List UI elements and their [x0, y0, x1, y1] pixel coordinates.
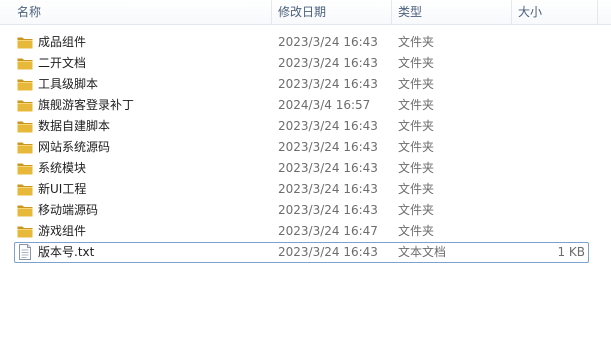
- file-type: 文件夹: [398, 140, 435, 154]
- file-list: 成品组件 2023/3/24 16:43 文件夹 二开文档 2023/3/24 …: [0, 32, 611, 263]
- file-type: 文件夹: [398, 224, 435, 238]
- modified-date: 2023/3/24 16:43: [278, 182, 378, 196]
- folder-icon: [17, 204, 33, 217]
- list-item[interactable]: 移动端源码 2023/3/24 16:43 文件夹: [0, 200, 611, 221]
- list-item[interactable]: 工具级脚本 2023/3/24 16:43 文件夹: [0, 74, 611, 95]
- column-divider[interactable]: [271, 0, 272, 24]
- modified-date: 2023/3/24 16:43: [278, 35, 378, 49]
- column-divider[interactable]: [391, 0, 392, 24]
- list-item[interactable]: 网站系统源码 2023/3/24 16:43 文件夹: [0, 137, 611, 158]
- folder-icon: [17, 183, 33, 196]
- folder-icon: [17, 162, 33, 175]
- file-type: 文件夹: [398, 119, 435, 133]
- file-name: 二开文档: [38, 56, 87, 70]
- folder-icon: [17, 78, 33, 91]
- sort-ascending-icon: ˄: [135, 0, 140, 5]
- list-item[interactable]: 数据自建脚本 2023/3/24 16:43 文件夹: [0, 116, 611, 137]
- modified-date: 2023/3/24 16:47: [278, 224, 378, 238]
- list-item[interactable]: 旗舰游客登录补丁 2024/3/4 16:57 文件夹: [0, 95, 611, 116]
- file-type: 文本文档: [398, 245, 447, 259]
- folder-icon: [17, 120, 33, 133]
- column-divider[interactable]: [597, 0, 598, 24]
- text-file-icon: [18, 244, 34, 260]
- file-name: 新UI工程: [38, 182, 87, 196]
- file-type: 文件夹: [398, 35, 435, 49]
- list-item[interactable]: 新UI工程 2023/3/24 16:43 文件夹: [0, 179, 611, 200]
- file-name: 系统模块: [38, 161, 87, 175]
- list-item[interactable]: 成品组件 2023/3/24 16:43 文件夹: [0, 32, 611, 53]
- folder-icon: [17, 141, 33, 154]
- column-header-bar: 名称 ˄ 修改日期 类型 大小: [0, 0, 611, 25]
- column-header-type[interactable]: 类型: [398, 0, 422, 24]
- column-header-name[interactable]: 名称: [17, 0, 41, 24]
- file-name: 工具级脚本: [38, 77, 99, 91]
- modified-date: 2023/3/24 16:43: [278, 245, 378, 259]
- folder-icon: [17, 36, 33, 49]
- file-type: 文件夹: [398, 161, 435, 175]
- modified-date: 2023/3/24 16:43: [278, 77, 378, 91]
- list-item[interactable]: 系统模块 2023/3/24 16:43 文件夹: [0, 158, 611, 179]
- list-item[interactable]: 游戏组件 2023/3/24 16:47 文件夹: [0, 221, 611, 242]
- file-name: 网站系统源码: [38, 140, 111, 154]
- column-header-date[interactable]: 修改日期: [278, 0, 326, 24]
- folder-icon: [17, 57, 33, 70]
- column-header-size[interactable]: 大小: [518, 0, 542, 24]
- modified-date: 2023/3/24 16:43: [278, 119, 378, 133]
- file-type: 文件夹: [398, 182, 435, 196]
- file-name: 版本号.txt: [38, 245, 95, 259]
- modified-date: 2024/3/4 16:57: [278, 98, 371, 112]
- file-type: 文件夹: [398, 56, 435, 70]
- file-type: 文件夹: [398, 98, 435, 112]
- file-size: 1 KB: [557, 245, 585, 259]
- file-name: 游戏组件: [38, 224, 87, 238]
- modified-date: 2023/3/24 16:43: [278, 140, 378, 154]
- file-name: 成品组件: [38, 35, 87, 49]
- file-name: 旗舰游客登录补丁: [38, 98, 135, 112]
- file-type: 文件夹: [398, 203, 435, 217]
- folder-icon: [17, 99, 33, 112]
- file-name: 移动端源码: [38, 203, 99, 217]
- modified-date: 2023/3/24 16:43: [278, 56, 378, 70]
- file-name: 数据自建脚本: [38, 119, 111, 133]
- folder-icon: [17, 225, 33, 238]
- file-explorer-window: 名称 ˄ 修改日期 类型 大小 成品组件 2023/3/24 16:43 文件夹…: [0, 0, 611, 343]
- list-item-focused[interactable]: 版本号.txt 2023/3/24 16:43 文本文档 1 KB: [14, 242, 589, 263]
- modified-date: 2023/3/24 16:43: [278, 161, 378, 175]
- modified-date: 2023/3/24 16:43: [278, 203, 378, 217]
- list-item[interactable]: 二开文档 2023/3/24 16:43 文件夹: [0, 53, 611, 74]
- file-type: 文件夹: [398, 77, 435, 91]
- column-divider[interactable]: [511, 0, 512, 24]
